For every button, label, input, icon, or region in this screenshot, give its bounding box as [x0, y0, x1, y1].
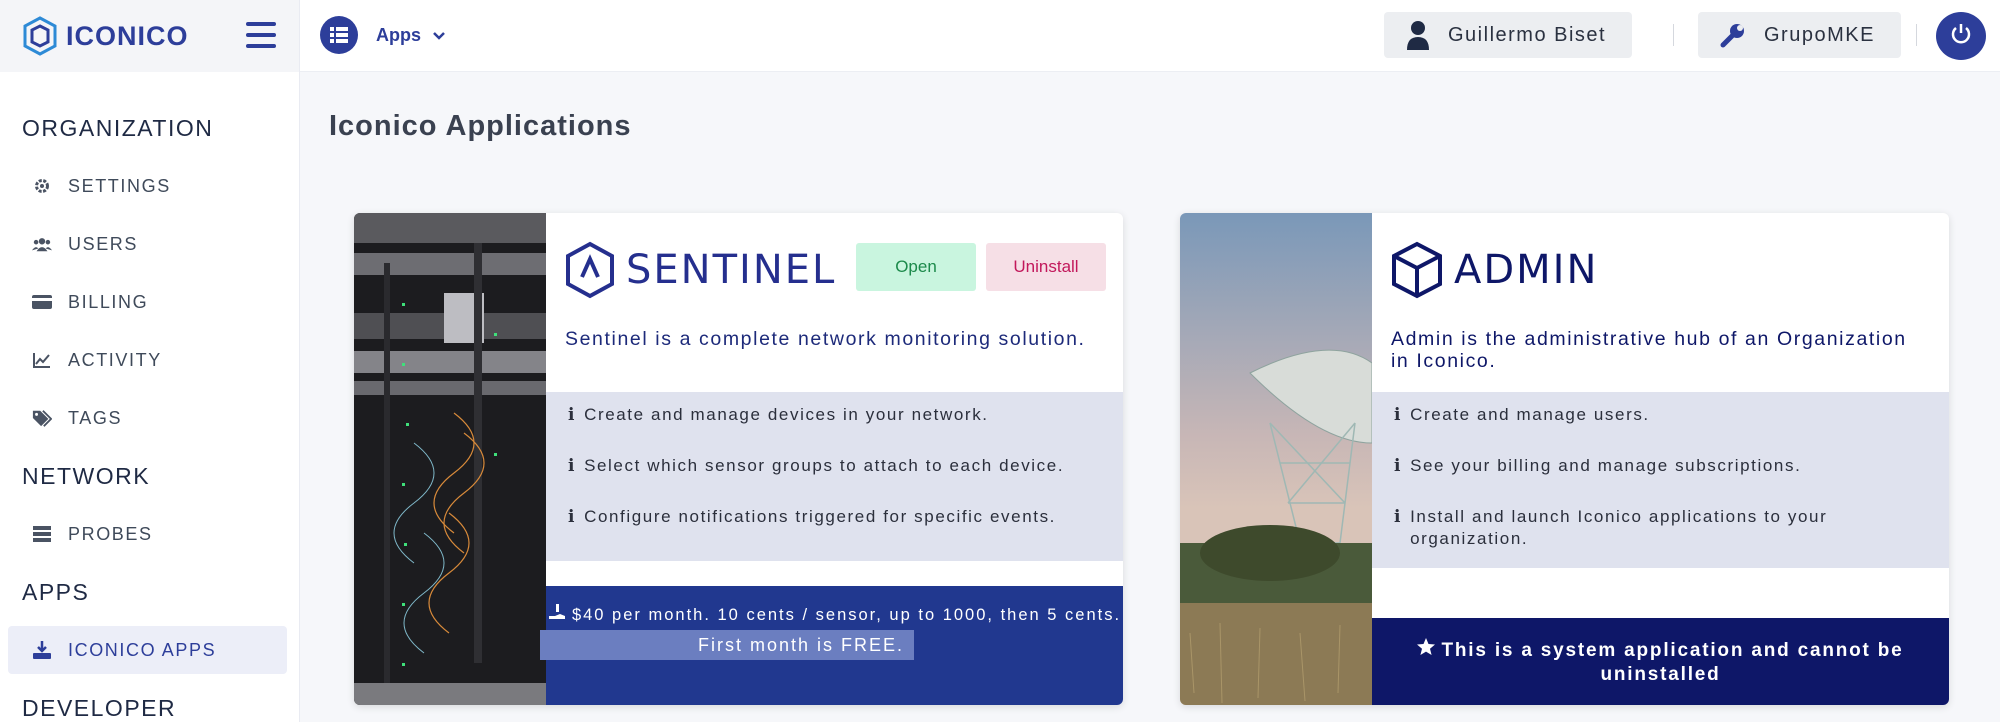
app-card-body: SENTINEL Open Uninstall Sentinel is a co…: [540, 213, 1123, 705]
topbar: Apps Guillermo Biset GrupoMKE: [300, 0, 2000, 72]
free-trial-badge: First month is FREE.: [540, 630, 914, 660]
list-item: i Install and launch Iconico applications…: [1372, 506, 1949, 550]
app-card-body: ADMIN Admin is the administrative hub of…: [1372, 213, 1949, 705]
hand-money-icon: [548, 604, 566, 626]
organization-name: GrupoMKE: [1764, 23, 1875, 46]
system-note-text: This is a system application and cannot …: [1441, 640, 1904, 685]
section-title-network: NETWORK: [22, 463, 151, 489]
iconico-logo-icon: [23, 16, 57, 56]
radio-telescope-image: [1180, 213, 1373, 705]
chevron-down-icon: [433, 27, 445, 43]
section-title-organization: ORGANIZATION: [22, 115, 214, 141]
sidebar-item-tags[interactable]: TAGS: [0, 394, 299, 442]
open-button[interactable]: Open: [856, 243, 976, 291]
info-icon: i: [1394, 405, 1403, 425]
app-description: Sentinel is a complete network monitorin…: [565, 328, 1086, 350]
feature-text: Configure notifications triggered for sp…: [584, 507, 1056, 526]
sidebar-item-label: ACTIVITY: [68, 349, 162, 370]
info-icon: i: [1394, 456, 1403, 476]
page-title: Iconico Applications: [329, 110, 632, 142]
info-icon: i: [568, 507, 577, 527]
sidebar-item-label: SETTINGS: [68, 175, 171, 196]
info-icon: i: [1394, 507, 1403, 527]
list-item: i Configure notifications triggered for s…: [546, 506, 1123, 528]
sidebar-item-probes[interactable]: PROBES: [0, 510, 299, 558]
sidebar-item-users[interactable]: USERS: [0, 220, 299, 268]
organization-menu-button[interactable]: GrupoMKE: [1698, 12, 1901, 58]
sidebar: ICONICO ORGANIZATION SETTINGS USERS BILL…: [0, 0, 300, 722]
apps-label: Apps: [376, 24, 421, 45]
sidebar-item-billing[interactable]: BILLING: [0, 278, 299, 326]
sidebar-item-iconico-apps[interactable]: ICONICO APPS: [8, 626, 287, 674]
server-rack-image: [354, 213, 546, 705]
app-card-admin: ADMIN Admin is the administrative hub of…: [1180, 213, 1949, 705]
sentinel-logo-icon: [566, 241, 614, 299]
feature-text: Install and launch Iconico applications …: [1410, 507, 1828, 548]
list-item: i Create and manage devices in your netwo…: [546, 404, 1123, 426]
app-name: SENTINEL: [626, 247, 837, 293]
info-icon: i: [568, 405, 577, 425]
sidebar-item-label: USERS: [68, 233, 139, 254]
app-description: Admin is the administrative hub of an Or…: [1391, 328, 1907, 372]
feature-text: See your billing and manage subscription…: [1410, 456, 1802, 475]
line-chart-icon: [32, 350, 52, 370]
download-icon: [32, 640, 52, 660]
tags-icon: [32, 408, 52, 428]
uninstall-button[interactable]: Uninstall: [986, 243, 1106, 291]
feature-text: Create and manage users.: [1410, 405, 1650, 424]
section-title-developer: DEVELOPER: [22, 695, 177, 721]
wrench-icon: [1720, 22, 1746, 48]
feature-text: Create and manage devices in your networ…: [584, 405, 989, 424]
feature-list: i Create and manage users. i See your bill…: [1372, 392, 1949, 568]
pricing-footer: $40 per month. 10 cents / sensor, up to …: [540, 586, 1123, 705]
server-icon: [32, 524, 52, 544]
list-item: i Select which sensor groups to attach to…: [546, 455, 1123, 477]
sidebar-item-label: PROBES: [68, 523, 153, 544]
admin-logo: ADMIN: [1390, 241, 1598, 299]
sidebar-item-label: TAGS: [68, 407, 123, 428]
feature-text: Select which sensor groups to attach to …: [584, 456, 1065, 475]
logout-button[interactable]: [1936, 12, 1986, 60]
list-icon: [320, 16, 358, 54]
divider: [1673, 24, 1674, 46]
star-icon: [1417, 638, 1436, 663]
list-item: i Create and manage users.: [1372, 404, 1949, 426]
logo-text: ICONICO: [66, 20, 189, 51]
app-name: ADMIN: [1454, 247, 1599, 293]
gear-icon: [32, 176, 52, 196]
info-icon: i: [568, 456, 577, 476]
cube-icon: [1392, 241, 1442, 299]
apps-dropdown[interactable]: Apps: [320, 16, 445, 54]
list-item: i See your billing and manage subscriptio…: [1372, 455, 1949, 477]
power-icon: [1950, 23, 1972, 50]
sidebar-item-label: ICONICO APPS: [68, 639, 217, 660]
sidebar-item-settings[interactable]: SETTINGS: [0, 162, 299, 210]
user-icon: [1406, 20, 1430, 50]
user-name: Guillermo Biset: [1448, 23, 1607, 46]
menu-toggle-icon[interactable]: [246, 22, 276, 48]
sidebar-item-label: BILLING: [68, 291, 149, 312]
app-card-sentinel: SENTINEL Open Uninstall Sentinel is a co…: [354, 213, 1123, 705]
system-app-notice: This is a system application and cannot …: [1372, 618, 1949, 705]
credit-card-icon: [32, 292, 52, 312]
price-text: $40 per month. 10 cents / sensor, up to …: [571, 606, 1122, 624]
user-menu-button[interactable]: Guillermo Biset: [1384, 12, 1633, 58]
feature-list: i Create and manage devices in your netwo…: [546, 392, 1123, 561]
sentinel-logo: SENTINEL: [564, 241, 836, 299]
section-title-apps: APPS: [22, 579, 90, 605]
sidebar-item-activity[interactable]: ACTIVITY: [0, 336, 299, 384]
divider: [1916, 24, 1917, 46]
users-icon: [32, 234, 52, 254]
